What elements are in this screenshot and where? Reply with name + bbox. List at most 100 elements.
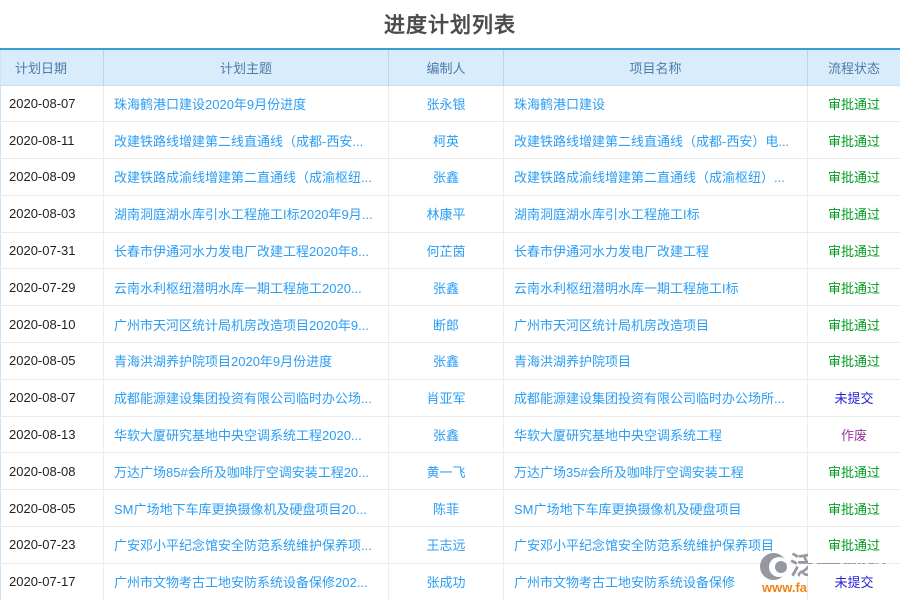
- project-cell: 广安邓小平纪念馆安全防范系统维护保养项目: [504, 527, 808, 564]
- project-link[interactable]: 改建铁路成渝线增建第二直通线（成渝枢纽）...: [514, 170, 785, 185]
- table-row[interactable]: 2020-07-31 长春市伊通河水力发电厂改建工程2020年8... 何芷茵 长春市…: [1, 232, 900, 269]
- table-body: 2020-08-07珠海鹤港口建设2020年9月份进度张永银珠海鹤港口建设审批通…: [1, 85, 900, 600]
- subject-link[interactable]: 广安邓小平纪念馆安全防范系统维护保养项...: [114, 538, 372, 553]
- project-cell: 湖南洞庭湖水库引水工程施工I标: [504, 195, 808, 232]
- project-cell: 成都能源建设集团投资有限公司临时办公场所...: [504, 379, 808, 416]
- compiler-link[interactable]: 林康平: [426, 207, 465, 222]
- column-header-compiler: 编制人: [389, 49, 504, 85]
- project-cell: 改建铁路线增建第二线直通线（成都-西安）电...: [504, 122, 808, 159]
- table-row[interactable]: 2020-07-17 广州市文物考古工地安防系统设备保修202... 张成功 广州市文…: [1, 563, 900, 600]
- subject-cell: 广州市天河区统计局机房改造项目2020年9...: [104, 306, 389, 343]
- subject-link[interactable]: 改建铁路成渝线增建第二直通线（成渝枢纽...: [114, 170, 372, 185]
- project-link[interactable]: 广州市天河区统计局机房改造项目: [514, 318, 709, 333]
- project-link[interactable]: 湖南洞庭湖水库引水工程施工I标: [514, 207, 700, 222]
- status-badge: 审批通过: [808, 343, 900, 380]
- compiler-link[interactable]: 何芷茵: [426, 244, 465, 259]
- table-row[interactable]: 2020-08-07成都能源建设集团投资有限公司临时办公场...肖亚军成都能源建…: [1, 379, 900, 416]
- compiler-link[interactable]: 王志远: [426, 538, 465, 553]
- compiler-cell: 王志远: [389, 527, 504, 564]
- compiler-cell: 林康平: [389, 195, 504, 232]
- plan-date: 2020-07-17: [1, 563, 104, 600]
- status-badge: 审批通过: [808, 306, 900, 343]
- table-row[interactable]: 2020-08-05 青海洪湖养护院项目2020年9月份进度 张鑫 青海洪湖养护院项目…: [1, 343, 900, 380]
- compiler-link[interactable]: 断郎: [433, 318, 459, 333]
- subject-link[interactable]: 青海洪湖养护院项目2020年9月份进度: [114, 354, 332, 369]
- project-link[interactable]: 广州市文物考古工地安防系统设备保修: [514, 575, 735, 590]
- table-row[interactable]: 2020-08-05 SM广场地下车库更换摄像机及硬盘项目20... 陈菲 SM广场地…: [1, 490, 900, 527]
- status-badge: 审批通过: [808, 527, 900, 564]
- compiler-link[interactable]: 张成功: [426, 575, 465, 590]
- column-header-project: 项目名称: [504, 49, 808, 85]
- project-cell: 改建铁路成渝线增建第二直通线（成渝枢纽）...: [504, 159, 808, 196]
- plan-date: 2020-07-29: [1, 269, 104, 306]
- compiler-cell: 张永银: [389, 85, 504, 122]
- project-link[interactable]: 万达广场35#会所及咖啡厅空调安装工程: [514, 465, 744, 480]
- project-link[interactable]: SM广场地下车库更换摄像机及硬盘项目: [514, 502, 742, 517]
- compiler-link[interactable]: 张鑫: [433, 354, 459, 369]
- project-link[interactable]: 成都能源建设集团投资有限公司临时办公场所...: [514, 391, 785, 406]
- compiler-link[interactable]: 张鑫: [433, 428, 459, 443]
- compiler-cell: 陈菲: [389, 490, 504, 527]
- compiler-link[interactable]: 黄一飞: [426, 465, 465, 480]
- compiler-cell: 张鑫: [389, 343, 504, 380]
- project-link[interactable]: 长春市伊通河水力发电厂改建工程: [514, 244, 709, 259]
- status-badge: 审批通过: [808, 232, 900, 269]
- project-link[interactable]: 华软大厦研究基地中央空调系统工程: [514, 428, 722, 443]
- table-row[interactable]: 2020-08-09 改建铁路成渝线增建第二直通线（成渝枢纽... 张鑫 改建铁路成渝…: [1, 159, 900, 196]
- compiler-cell: 张鑫: [389, 159, 504, 196]
- project-cell: 广州市文物考古工地安防系统设备保修: [504, 563, 808, 600]
- compiler-link[interactable]: 张鑫: [433, 170, 459, 185]
- compiler-link[interactable]: 张鑫: [433, 281, 459, 296]
- subject-link[interactable]: 成都能源建设集团投资有限公司临时办公场...: [114, 391, 372, 406]
- subject-link[interactable]: 云南水利枢纽潜明水库一期工程施工2020...: [114, 281, 362, 296]
- project-link[interactable]: 珠海鹤港口建设: [514, 97, 605, 112]
- compiler-link[interactable]: 肖亚军: [426, 391, 465, 406]
- title-bar: 进度计划列表: [0, 0, 900, 48]
- project-cell: 华软大厦研究基地中央空调系统工程: [504, 416, 808, 453]
- plan-date: 2020-07-23: [1, 527, 104, 564]
- subject-link[interactable]: 改建铁路线增建第二线直通线（成都-西安...: [114, 134, 363, 149]
- project-link[interactable]: 青海洪湖养护院项目: [514, 354, 631, 369]
- subject-link[interactable]: 长春市伊通河水力发电厂改建工程2020年8...: [114, 244, 369, 259]
- subject-cell: 珠海鹤港口建设2020年9月份进度: [104, 85, 389, 122]
- status-badge: 审批通过: [808, 269, 900, 306]
- project-cell: 珠海鹤港口建设: [504, 85, 808, 122]
- table-row[interactable]: 2020-08-13华软大厦研究基地中央空调系统工程2020...张鑫华软大厦研…: [1, 416, 900, 453]
- compiler-cell: 柯英: [389, 122, 504, 159]
- project-cell: 万达广场35#会所及咖啡厅空调安装工程: [504, 453, 808, 490]
- compiler-link[interactable]: 张永银: [426, 97, 465, 112]
- table-row[interactable]: 2020-08-07珠海鹤港口建设2020年9月份进度张永银珠海鹤港口建设审批通…: [1, 85, 900, 122]
- table-row[interactable]: 2020-07-23 广安邓小平纪念馆安全防范系统维护保养项... 王志远 广安邓小平…: [1, 527, 900, 564]
- subject-cell: 广州市文物考古工地安防系统设备保修202...: [104, 563, 389, 600]
- status-badge: 未提交: [808, 563, 900, 600]
- compiler-link[interactable]: 陈菲: [433, 502, 459, 517]
- subject-link[interactable]: 广州市文物考古工地安防系统设备保修202...: [114, 575, 368, 590]
- subject-link[interactable]: 华软大厦研究基地中央空调系统工程2020...: [114, 428, 362, 443]
- project-link[interactable]: 改建铁路线增建第二线直通线（成都-西安）电...: [514, 134, 789, 149]
- plan-date: 2020-07-31: [1, 232, 104, 269]
- table-row[interactable]: 2020-08-11改建铁路线增建第二线直通线（成都-西安...柯英改建铁路线增…: [1, 122, 900, 159]
- plan-date: 2020-08-05: [1, 490, 104, 527]
- subject-link[interactable]: 珠海鹤港口建设2020年9月份进度: [114, 97, 306, 112]
- subject-link[interactable]: SM广场地下车库更换摄像机及硬盘项目20...: [114, 502, 367, 517]
- table-row[interactable]: 2020-08-10广州市天河区统计局机房改造项目2020年9...断郎广州市天…: [1, 306, 900, 343]
- plan-date: 2020-08-05: [1, 343, 104, 380]
- project-link[interactable]: 云南水利枢纽潜明水库一期工程施工I标: [514, 281, 739, 296]
- subject-cell: 万达广场85#会所及咖啡厅空调安装工程20...: [104, 453, 389, 490]
- project-cell: 广州市天河区统计局机房改造项目: [504, 306, 808, 343]
- subject-link[interactable]: 广州市天河区统计局机房改造项目2020年9...: [114, 318, 369, 333]
- compiler-cell: 断郎: [389, 306, 504, 343]
- subject-link[interactable]: 万达广场85#会所及咖啡厅空调安装工程20...: [114, 465, 369, 480]
- table-row[interactable]: 2020-07-29 云南水利枢纽潜明水库一期工程施工2020... 张鑫 云南水利枢…: [1, 269, 900, 306]
- table-row[interactable]: 2020-08-03湖南洞庭湖水库引水工程施工I标2020年9月...林康平湖南…: [1, 195, 900, 232]
- subject-link[interactable]: 湖南洞庭湖水库引水工程施工I标2020年9月...: [114, 207, 373, 222]
- plan-date: 2020-08-09: [1, 159, 104, 196]
- compiler-cell: 张鑫: [389, 416, 504, 453]
- compiler-link[interactable]: 柯英: [433, 134, 459, 149]
- compiler-cell: 黄一飞: [389, 453, 504, 490]
- compiler-cell: 张成功: [389, 563, 504, 600]
- progress-plan-page: 进度计划列表 计划日期计划主题编制人项目名称流程状态 2020-08-07珠海鹤…: [0, 0, 900, 600]
- project-link[interactable]: 广安邓小平纪念馆安全防范系统维护保养项目: [514, 538, 774, 553]
- column-header-date: 计划日期: [1, 49, 104, 85]
- table-row[interactable]: 2020-08-08万达广场85#会所及咖啡厅空调安装工程20...黄一飞万达广…: [1, 453, 900, 490]
